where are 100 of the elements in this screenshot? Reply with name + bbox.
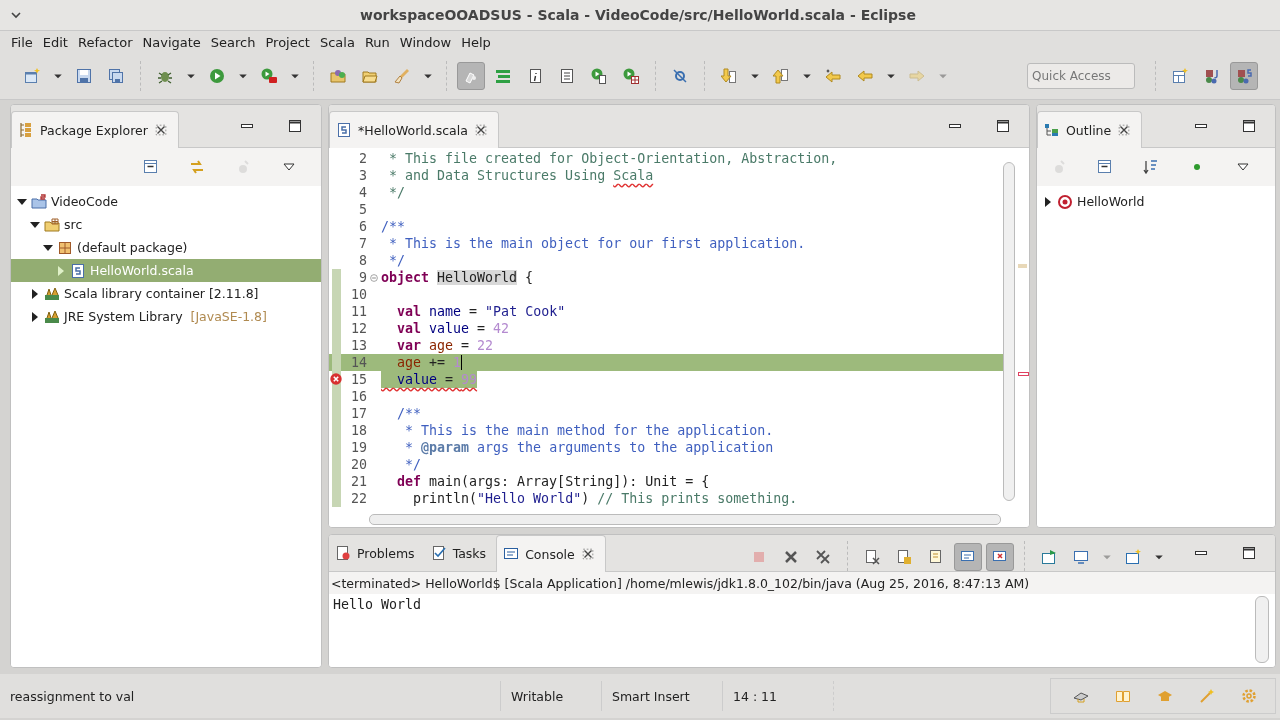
code-token: 99	[461, 372, 478, 387]
line-number: 11	[350, 304, 367, 319]
line-number: 4	[358, 185, 367, 200]
panel-tab[interactable]: *HelloWorld.scala	[329, 111, 499, 148]
line-number: 16	[350, 389, 367, 404]
change-bar	[332, 269, 341, 286]
cursor-position: 14 : 11	[732, 688, 778, 704]
tree-item[interactable]: (default package)	[11, 236, 321, 259]
expanded-arrow-icon[interactable]	[17, 196, 27, 207]
close-icon	[580, 547, 595, 561]
menu-item[interactable]: Refactor	[72, 34, 138, 50]
code-token: *	[404, 440, 415, 455]
text-cursor	[461, 355, 463, 370]
menu-item[interactable]: Search	[205, 34, 261, 50]
menu-item[interactable]: Run	[359, 34, 395, 50]
menu-item[interactable]: Help	[456, 34, 496, 50]
remove-all-icon	[815, 549, 831, 565]
overview-marker[interactable]	[1018, 264, 1027, 268]
menu-item[interactable]: Project	[260, 34, 315, 50]
quick-access-field[interactable]: Quick Access	[1027, 63, 1135, 89]
expanded-arrow-icon[interactable]	[43, 242, 53, 253]
collapsed-arrow-icon[interactable]	[1043, 196, 1053, 207]
panel-tab[interactable]: Console	[496, 535, 606, 572]
stop-icon	[751, 549, 767, 565]
scala-perspective-icon	[1236, 68, 1252, 84]
display-console-icon	[1073, 549, 1089, 565]
outline-icon	[1044, 122, 1060, 138]
scrollbar-thumb[interactable]	[1255, 596, 1269, 663]
error-marker[interactable]	[1018, 372, 1029, 376]
tree-item-suffix: [JavaSE-1.8]	[190, 309, 267, 324]
code-token: /**	[396, 406, 422, 421]
collapsed-arrow-icon[interactable]	[30, 288, 40, 299]
close-icon	[1117, 123, 1132, 137]
code-token: "Pat Cook"	[485, 304, 566, 319]
fold-collapse-icon	[368, 271, 380, 284]
console-header: <terminated> HelloWorld$ [Scala Application] /home/mlewis/jdk1.8.0_102/bin/java (Aug 25, 2016, 8:47:13 AM)	[330, 574, 1031, 593]
console-output: Hello World	[332, 596, 423, 614]
tree-item[interactable]: Scala library container [2.11.8]	[11, 282, 321, 305]
scala-perspective-button[interactable]	[1230, 62, 1258, 90]
link-icon	[672, 68, 688, 84]
tree-item[interactable]: VideoCode	[11, 190, 321, 213]
scrollbar-thumb[interactable]	[1003, 162, 1015, 501]
clear-console-icon	[864, 549, 880, 565]
line-number: 17	[350, 406, 367, 421]
code-token: var	[396, 338, 423, 353]
code-token: name	[429, 304, 462, 319]
code-token: object	[381, 270, 431, 285]
pin-button[interactable]	[954, 543, 982, 571]
menu-item[interactable]: Navigate	[137, 34, 206, 50]
books-icon	[44, 285, 60, 302]
books-icon	[44, 308, 60, 325]
collapse-all-icon	[143, 159, 159, 175]
left-arrow-icon	[825, 68, 841, 84]
show-console-button[interactable]	[986, 543, 1014, 571]
line-number: 19	[350, 440, 367, 455]
line-number: 21	[350, 474, 367, 489]
menu-item[interactable]: Window	[394, 34, 457, 50]
code-token: args the arguments to the application	[476, 440, 774, 455]
expanded-arrow-icon[interactable]	[30, 219, 40, 230]
tree-item[interactable]: JRE System Library [JavaSE-1.8]	[11, 305, 321, 328]
code-token: value	[396, 372, 438, 387]
menu-item[interactable]: Scala	[314, 34, 360, 50]
menu-item[interactable]: File	[6, 34, 38, 50]
tree-item[interactable]: HelloWorld	[1037, 190, 1275, 213]
target-icon	[1057, 193, 1073, 210]
panel-tab[interactable]: Package Explorer	[11, 111, 179, 148]
menu-item[interactable]: Edit	[37, 34, 73, 50]
code-token: )	[581, 491, 591, 506]
java-perspective-icon	[1204, 68, 1220, 84]
maximize-icon	[1241, 545, 1257, 561]
scrollbar-thumb[interactable]	[369, 513, 1001, 525]
close-icon	[473, 123, 488, 137]
save-icon	[76, 68, 92, 84]
tree-item[interactable]: src	[11, 213, 321, 236]
gear-icon	[1241, 688, 1257, 704]
info-page-icon	[527, 68, 543, 84]
sync-arrows-icon	[189, 159, 205, 175]
left-arrow-icon	[857, 68, 873, 84]
collapsed-arrow-icon[interactable]	[30, 311, 40, 322]
change-bar	[332, 388, 341, 405]
line-number: 2	[358, 151, 367, 166]
panel-tab[interactable]: Outline	[1037, 111, 1143, 148]
code-token: @param	[421, 440, 470, 455]
highlighter-button[interactable]	[457, 62, 485, 90]
open-perspective-icon	[1172, 68, 1188, 84]
panel-tab[interactable]: Problems	[329, 535, 425, 571]
line-number: 10	[350, 287, 367, 302]
code-token: =	[468, 304, 479, 319]
code-token: "Hello World"	[477, 491, 582, 506]
code-token: 42	[493, 321, 510, 336]
tasks-icon	[430, 545, 447, 561]
open-console-icon	[1041, 549, 1057, 565]
brush-icon	[394, 68, 410, 84]
right-arrow-icon	[909, 68, 925, 84]
line-number: 20	[350, 457, 367, 472]
panel-tab[interactable]: Tasks	[424, 535, 497, 571]
code-token: * This is the main method for the application.	[404, 423, 774, 438]
run-tool-icon	[261, 68, 277, 84]
code-token: * and Data Structures Using	[388, 168, 607, 183]
code-token: println(	[412, 491, 478, 506]
